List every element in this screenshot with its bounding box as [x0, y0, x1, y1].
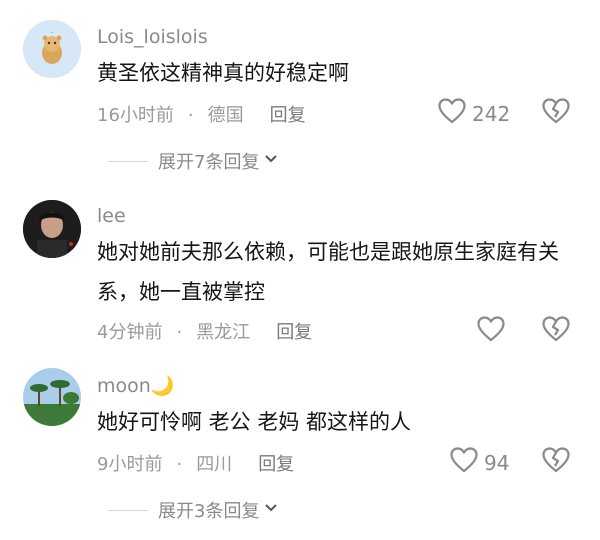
reply-button[interactable]: 回复	[276, 322, 312, 343]
chevron-down-icon	[259, 151, 279, 172]
location: 黑龙江	[196, 322, 251, 343]
username[interactable]: moon🌙	[97, 374, 174, 397]
separator-dot: ·	[187, 105, 194, 126]
separator-dot: ·	[176, 322, 183, 343]
timestamp: 4分钟前	[97, 322, 163, 343]
heart-outline-icon	[438, 98, 466, 129]
timestamp: 9小时前	[97, 454, 163, 475]
broken-heart-icon	[542, 316, 570, 346]
dislike-button[interactable]	[542, 316, 570, 342]
avatar[interactable]: ··	[23, 20, 81, 78]
expand-replies-button[interactable]: 展开7条回复	[108, 148, 279, 174]
broken-heart-icon	[542, 98, 570, 128]
like-button[interactable]: 242	[438, 98, 510, 129]
like-count: 242	[472, 101, 511, 126]
heart-outline-icon	[477, 316, 505, 347]
comment-meta: 4分钟前 · 黑龙江 回复	[97, 318, 312, 344]
expand-label: 展开3条回复	[158, 501, 260, 522]
like-button[interactable]: 94	[450, 447, 509, 478]
username[interactable]: Lois_loislois	[97, 26, 208, 48]
reply-button[interactable]: 回复	[270, 105, 306, 126]
expand-replies-button[interactable]: 展开3条回复	[108, 497, 279, 523]
comment-text: 黄圣依这精神真的好稳定啊	[97, 61, 349, 85]
svg-text:··: ··	[50, 30, 54, 36]
dislike-button[interactable]	[542, 98, 570, 124]
dislike-button[interactable]	[542, 447, 570, 473]
comment-meta: 16小时前 · 德国 回复	[97, 101, 306, 127]
avatar[interactable]	[23, 200, 81, 258]
username[interactable]: lee	[97, 205, 126, 227]
location: 德国	[207, 105, 244, 126]
like-count: 94	[484, 450, 510, 475]
heart-outline-icon	[450, 447, 478, 478]
reply-button[interactable]: 回复	[258, 454, 294, 475]
comment-text: 她对她前夫那么依赖，可能也是跟她原生家庭有关系，她一直被掌控	[97, 240, 559, 304]
separator-dot: ·	[176, 454, 183, 475]
avatar[interactable]	[23, 368, 81, 426]
like-button[interactable]	[477, 316, 511, 347]
timestamp: 16小时前	[97, 105, 174, 126]
comment-meta: 9小时前 · 四川 回复	[97, 450, 294, 476]
divider-line	[108, 160, 148, 162]
chevron-down-icon	[259, 500, 279, 521]
comment-text: 她好可怜啊 老公 老妈 都这样的人	[97, 410, 412, 434]
expand-label: 展开7条回复	[158, 152, 260, 173]
location: 四川	[196, 454, 233, 475]
broken-heart-icon	[542, 447, 570, 477]
divider-line	[108, 509, 148, 511]
